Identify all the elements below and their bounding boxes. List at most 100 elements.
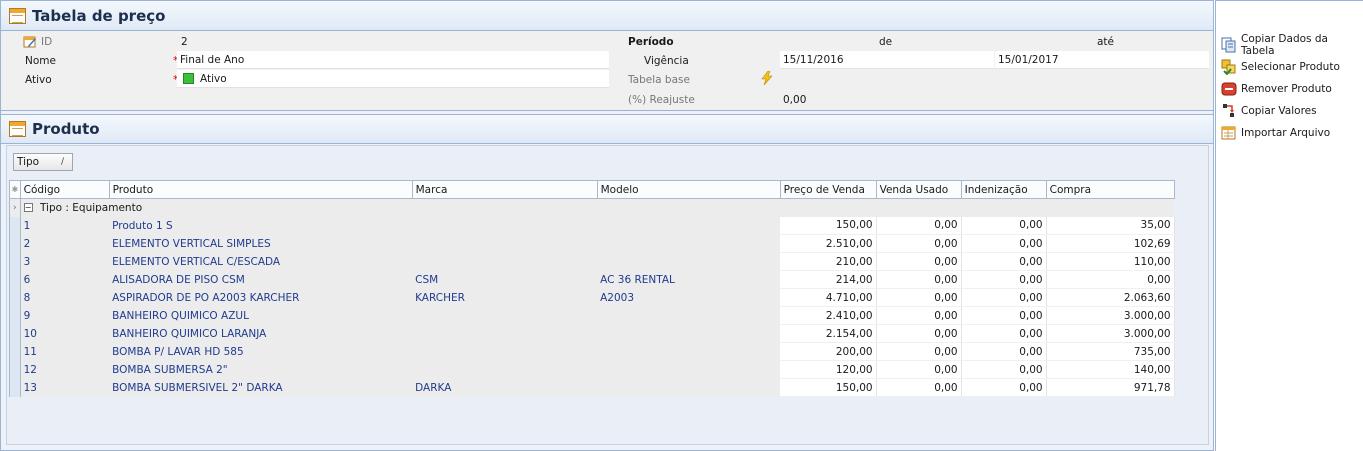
col-preco-venda[interactable]: Preço de Venda — [779, 180, 877, 199]
col-codigo[interactable]: Código — [19, 180, 110, 199]
row-selector[interactable] — [9, 234, 21, 253]
vigencia-ate-field[interactable]: 15/01/2017 — [995, 51, 1209, 69]
cell-venda-usado[interactable]: 0,00 — [876, 234, 962, 253]
col-venda-usado[interactable]: Venda Usado — [875, 180, 962, 199]
ativo-field[interactable]: Ativo — [177, 70, 609, 88]
cell-compra[interactable]: 35,00 — [1046, 216, 1175, 235]
cell-compra[interactable]: 3.000,00 — [1046, 306, 1175, 325]
row-selector[interactable] — [9, 360, 21, 379]
select-all-icon[interactable]: ✱ — [9, 180, 21, 199]
cell-compra[interactable]: 735,00 — [1046, 342, 1175, 361]
cell-venda-usado[interactable]: 0,00 — [876, 360, 962, 379]
collapse-icon[interactable]: − — [23, 203, 33, 213]
table-row[interactable]: 12 BOMBA SUBMERSA 2" 120,00 0,00 0,00 140,00 — [9, 360, 1175, 379]
cell-preco-venda[interactable]: 120,00 — [780, 360, 877, 379]
id-value: 2 — [181, 36, 188, 48]
main-panel: Tabela de preço ID 2 Período de até Nome… — [0, 0, 1214, 451]
cell-compra[interactable]: 0,00 — [1046, 270, 1175, 289]
cell-compra[interactable]: 971,78 — [1046, 378, 1175, 397]
table-row[interactable]: 9 BANHEIRO QUIMICO AZUL 2.410,00 0,00 0,00 3.… — [9, 306, 1175, 325]
cell-venda-usado[interactable]: 0,00 — [876, 324, 962, 343]
cell-indenizacao[interactable]: 0,00 — [961, 360, 1047, 379]
cell-modelo — [597, 306, 781, 325]
group-by-tipo-button[interactable]: Tipo / — [13, 153, 73, 171]
group-row[interactable]: › − Tipo : Equipamento — [9, 198, 1175, 217]
cell-indenizacao[interactable]: 0,00 — [961, 252, 1047, 271]
cell-compra[interactable]: 102,69 — [1046, 234, 1175, 253]
cell-marca — [412, 360, 598, 379]
table-row[interactable]: 6 ALISADORA DE PISO CSM CSM AC 36 RENTAL 214… — [9, 270, 1175, 289]
row-selector[interactable] — [9, 378, 21, 397]
row-selector[interactable] — [9, 342, 21, 361]
cell-indenizacao[interactable]: 0,00 — [961, 342, 1047, 361]
col-indenizacao[interactable]: Indenização — [960, 180, 1047, 199]
cell-preco-venda[interactable]: 150,00 — [780, 378, 877, 397]
periodo-label: Período — [628, 36, 674, 48]
cell-preco-venda[interactable]: 210,00 — [780, 252, 877, 271]
cell-preco-venda[interactable]: 2.410,00 — [780, 306, 877, 325]
cell-venda-usado[interactable]: 0,00 — [876, 378, 962, 397]
table-row[interactable]: 2 ELEMENTO VERTICAL SIMPLES 2.510,00 0,00 0,… — [9, 234, 1175, 253]
cell-indenizacao[interactable]: 0,00 — [961, 378, 1047, 397]
row-selector[interactable] — [9, 270, 21, 289]
cell-preco-venda[interactable]: 2.510,00 — [780, 234, 877, 253]
cell-produto: BOMBA P/ LAVAR HD 585 — [109, 342, 413, 361]
cell-compra[interactable]: 2.063,60 — [1046, 288, 1175, 307]
table-row[interactable]: 13 BOMBA SUBMERSIVEL 2" DARKA DARKA 150,00 0… — [9, 378, 1175, 397]
row-selector[interactable] — [9, 306, 21, 325]
cell-compra[interactable]: 3.000,00 — [1046, 324, 1175, 343]
cell-indenizacao[interactable]: 0,00 — [961, 288, 1047, 307]
cell-marca: CSM — [412, 270, 598, 289]
col-modelo[interactable]: Modelo — [596, 180, 781, 199]
row-selector[interactable] — [9, 252, 21, 271]
row-selector[interactable] — [9, 288, 21, 307]
lightning-icon[interactable] — [761, 70, 773, 88]
nome-label: Nome — [25, 55, 56, 67]
cell-indenizacao[interactable]: 0,00 — [961, 234, 1047, 253]
cell-codigo: 13 — [20, 378, 110, 397]
cell-venda-usado[interactable]: 0,00 — [876, 216, 962, 235]
ativo-value: Ativo — [200, 72, 227, 85]
cell-venda-usado[interactable]: 0,00 — [876, 270, 962, 289]
cell-indenizacao[interactable]: 0,00 — [961, 324, 1047, 343]
copiar-valores-action[interactable]: Copiar Valores — [1216, 100, 1363, 122]
nome-field[interactable]: Final de Ano — [177, 51, 609, 69]
copiar-dados-tabela-action[interactable]: Copiar Dados da Tabela — [1216, 33, 1363, 57]
cell-indenizacao[interactable]: 0,00 — [961, 216, 1047, 235]
remover-produto-action[interactable]: Remover Produto — [1216, 78, 1363, 100]
table-row[interactable]: 8 ASPIRADOR DE PO A2003 KARCHER KARCHER A20… — [9, 288, 1175, 307]
action-label: Importar Arquivo — [1241, 127, 1331, 139]
importar-arquivo-action[interactable]: Importar Arquivo — [1216, 122, 1363, 144]
table-row[interactable]: 3 ELEMENTO VERTICAL C/ESCADA 210,00 0,00 0,0… — [9, 252, 1175, 271]
cell-preco-venda[interactable]: 4.710,00 — [780, 288, 877, 307]
cell-compra[interactable]: 110,00 — [1046, 252, 1175, 271]
cell-preco-venda[interactable]: 2.154,00 — [780, 324, 877, 343]
col-marca[interactable]: Marca — [411, 180, 598, 199]
cell-compra[interactable]: 140,00 — [1046, 360, 1175, 379]
table-row[interactable]: 11 BOMBA P/ LAVAR HD 585 200,00 0,00 0,00 735… — [9, 342, 1175, 361]
selecionar-produto-action[interactable]: Selecionar Produto — [1216, 56, 1363, 78]
row-selector[interactable] — [9, 216, 21, 235]
action-label: Selecionar Produto — [1241, 61, 1340, 73]
cell-produto: ELEMENTO VERTICAL SIMPLES — [109, 234, 413, 253]
cell-venda-usado[interactable]: 0,00 — [876, 288, 962, 307]
table-row[interactable]: 1 Produto 1 S 150,00 0,00 0,00 35,00 — [9, 216, 1175, 235]
cell-venda-usado[interactable]: 0,00 — [876, 252, 962, 271]
tabela-base-label: Tabela base — [628, 74, 690, 86]
ativo-label: Ativo — [25, 74, 52, 86]
row-selector[interactable] — [9, 324, 21, 343]
col-compra[interactable]: Compra — [1045, 180, 1175, 199]
cell-indenizacao[interactable]: 0,00 — [961, 306, 1047, 325]
group-cell: − Tipo : Equipamento — [20, 198, 598, 217]
col-produto[interactable]: Produto — [108, 180, 413, 199]
table-row[interactable]: 10 BANHEIRO QUIMICO LARANJA 2.154,00 0,00 0,… — [9, 324, 1175, 343]
vigencia-de-field[interactable]: 15/11/2016 — [780, 51, 994, 69]
cell-preco-venda[interactable]: 214,00 — [780, 270, 877, 289]
cell-venda-usado[interactable]: 0,00 — [876, 306, 962, 325]
cell-preco-venda[interactable]: 150,00 — [780, 216, 877, 235]
cell-codigo: 11 — [20, 342, 110, 361]
cell-preco-venda[interactable]: 200,00 — [780, 342, 877, 361]
cell-indenizacao[interactable]: 0,00 — [961, 270, 1047, 289]
cell-venda-usado[interactable]: 0,00 — [876, 342, 962, 361]
cell-marca — [412, 252, 598, 271]
